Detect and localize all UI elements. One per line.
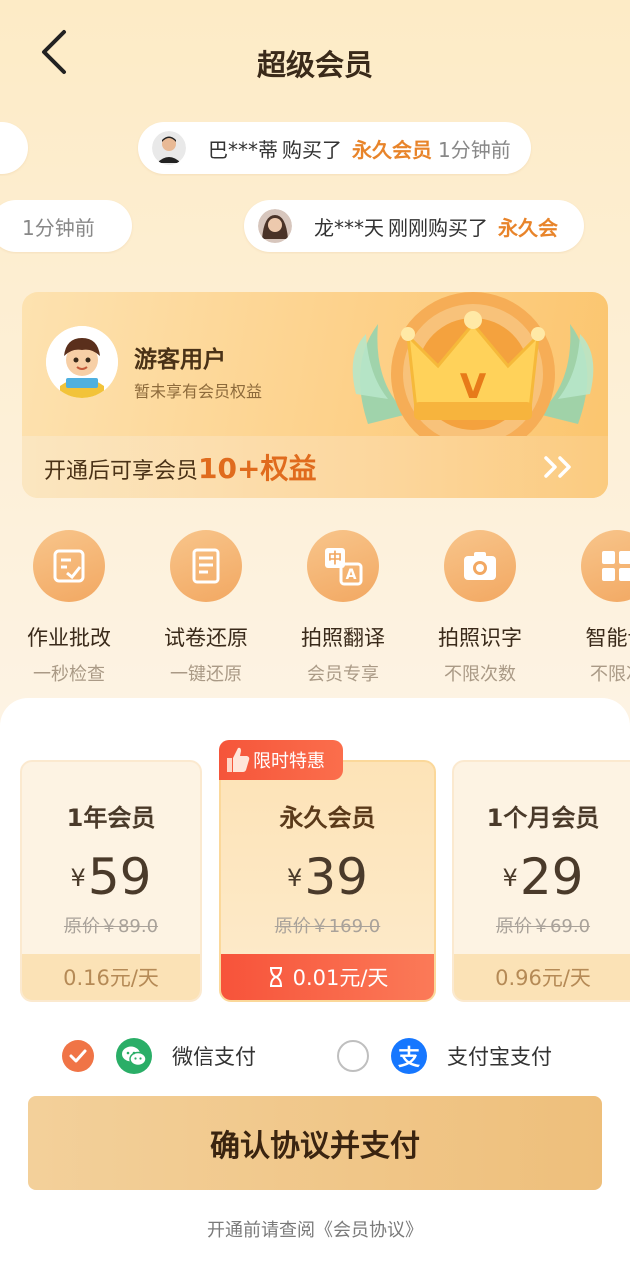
wechat-radio[interactable] [62,1040,94,1072]
ticker-pill-partial [0,122,28,174]
user-card: V 游客用户 暂未享有会员权益 开通后可享会员10+权益 [22,292,608,498]
buyer-name: 龙***天 [314,215,384,240]
plan-original-price: 原价￥89.0 [63,916,159,937]
buyer-avatar [258,209,292,243]
alipay-icon: 支 [391,1038,427,1074]
feature-photo-ocr[interactable]: 拍照识字 不限次数 [411,530,549,686]
calculator-icon [581,530,630,602]
ticker-pill: 巴***蒂 购买了 永久会员 1分钟前 [138,122,531,174]
feature-list: 作业批改 一秒检查 试卷还原 一键还原 中A 拍照翻译 会员专享 拍照识字 不限… [0,530,630,690]
time-ago: 1分钟前 [22,215,95,240]
purchase-verb: 刚刚购买了 [388,215,488,240]
hourglass-icon [269,967,282,987]
ticker-pill-partial: 1分钟前 [0,200,132,252]
kid-avatar-icon [46,326,118,398]
feature-paper-restore[interactable]: 试卷还原 一键还原 [137,530,275,686]
alipay-radio[interactable] [337,1040,369,1072]
confirm-pay-button[interactable]: 确认协议并支付 [28,1096,602,1190]
plan-original-price: 原价￥169.0 [274,916,381,937]
pay-option-alipay[interactable]: 支 支付宝支付 [337,1030,552,1082]
plan-card-1-year[interactable]: 1年会员 ¥59 原价￥89.0 0.16元/天 [20,760,202,1002]
wechat-pay-label: 微信支付 [172,1045,256,1069]
plan-price: ¥59 [70,848,152,906]
feature-homework-check[interactable]: 作业批改 一秒检查 [0,530,138,686]
plan-price: ¥29 [502,848,584,906]
purchase-ticker-row-2: 1分钟前 龙***天 刚刚购买了 永久会 [0,200,630,254]
member-agreement-link[interactable]: 开通前请查阅《会员协议》 [0,1216,630,1242]
translate-icon: 中A [307,530,379,602]
plan-per-day: 0.96元/天 [454,954,630,1000]
product-name: 永久会员 [352,137,432,162]
limited-offer-badge: 限时特惠 [219,740,343,780]
benefits-text: 开通后可享会员10+权益 [44,452,317,485]
paper-restore-icon [170,530,242,602]
buyer-avatar [152,131,186,165]
benefits-banner[interactable]: 开通后可享会员10+权益 [22,436,608,498]
svg-text:A: A [346,567,357,583]
time-ago: 1分钟前 [438,137,511,162]
plan-card-1-month[interactable]: 1个月会员 ¥29 原价￥69.0 0.96元/天 [452,760,630,1002]
check-icon [69,1049,87,1063]
homework-check-icon [33,530,105,602]
plan-price: ¥39 [287,848,368,906]
purchase-verb: 购买了 [282,137,342,162]
plan-card-lifetime[interactable]: 永久会员 ¥39 原价￥169.0 0.01元/天 [219,760,436,1002]
alipay-label: 支付宝支付 [447,1045,552,1069]
double-chevron-right-icon [544,456,571,478]
buyer-name: 巴***蒂 [208,137,278,162]
user-avatar [46,326,118,398]
product-name: 永久会 [498,215,558,240]
pay-option-wechat[interactable]: 微信支付 [62,1030,256,1082]
ticker-pill: 龙***天 刚刚购买了 永久会 [244,200,584,252]
wechat-pay-icon [116,1038,152,1074]
plan-per-day: 0.16元/天 [22,954,200,1000]
header: 超级会员 [0,0,630,120]
thumbs-up-icon [227,747,250,772]
svg-text:V: V [460,367,487,407]
user-status: 暂未享有会员权益 [134,382,263,401]
plan-original-price: 原价￥69.0 [495,916,591,937]
page-title: 超级会员 [256,48,373,82]
user-name: 游客用户 [134,347,226,373]
svg-text:中: 中 [328,550,342,567]
feature-smart-calc[interactable]: 智能计 不限次 [548,530,630,686]
feature-photo-translate[interactable]: 中A 拍照翻译 会员专享 [274,530,412,686]
camera-icon [444,530,516,602]
purchase-ticker-row-1: 巴***蒂 购买了 永久会员 1分钟前 [0,122,630,176]
plan-per-day: 0.01元/天 [221,954,434,1000]
